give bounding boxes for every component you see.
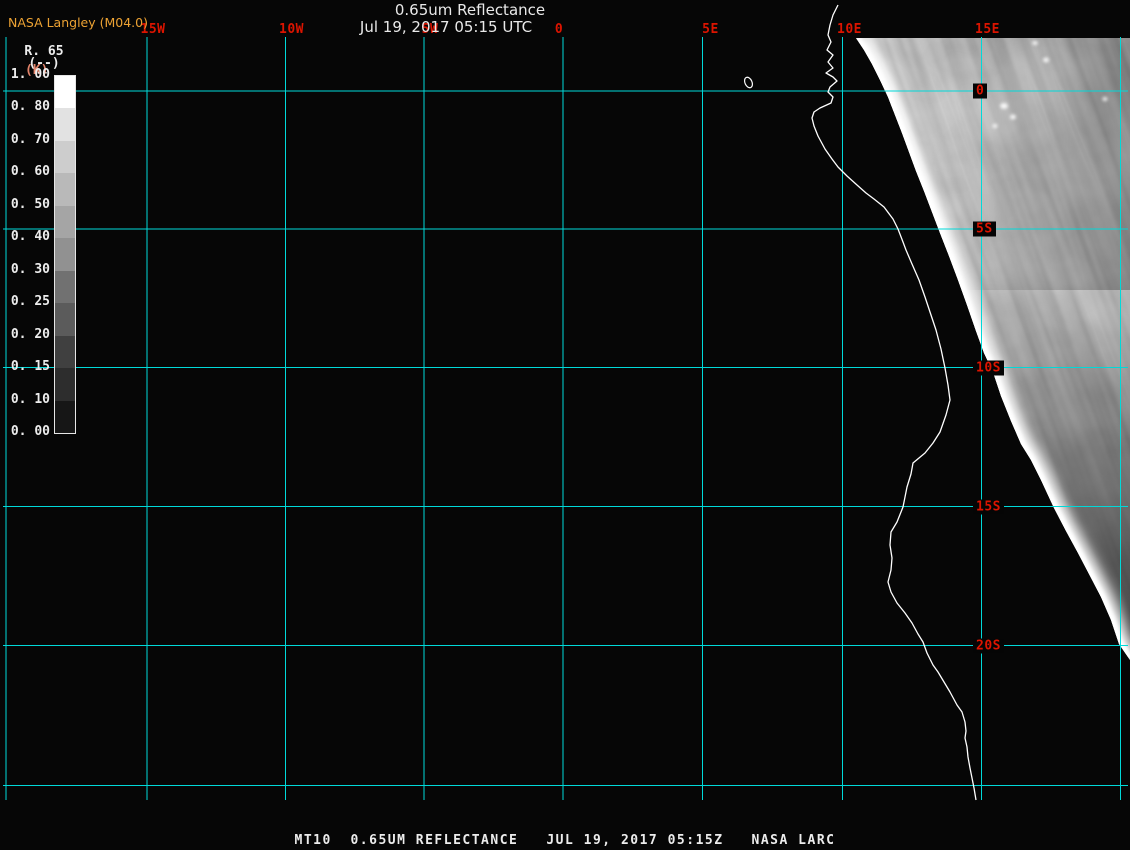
lon-label-15E: 15E	[975, 23, 1000, 36]
colorbar-tick-1.00: 1. 00	[8, 68, 50, 82]
colorbar-step-6	[55, 271, 75, 303]
lat-label-10S: 10S	[973, 360, 1004, 375]
colorbar-tick-0.40: 0. 40	[8, 230, 50, 244]
colorbar-tick-0.70: 0. 70	[8, 133, 50, 147]
colorbar-tick-0.10: 0. 10	[8, 393, 50, 407]
day-imagery	[541, 0, 1130, 850]
colorbar-step-2	[55, 141, 75, 173]
colorbar-tick-0.20: 0. 20	[8, 328, 50, 342]
lat-label-20S: 20S	[973, 638, 1004, 653]
viewer-root: 15W10W5W05E10E15E05S10S15S20S NASA Langl…	[0, 0, 1130, 850]
colorbar-step-7	[55, 303, 75, 335]
colorbar-step-9	[55, 368, 75, 400]
colorbar-tick-0.60: 0. 60	[8, 165, 50, 179]
colorbar-step-10	[55, 401, 75, 433]
colorbar-step-8	[55, 336, 75, 368]
colorbar-tick-0.00: 0. 00	[8, 425, 50, 439]
colorbar-step-5	[55, 238, 75, 270]
page-subtitle: Jul 19, 2017 05:15 UTC	[360, 18, 532, 36]
colorbar-step-3	[55, 173, 75, 205]
island-outline	[743, 76, 754, 89]
credit-label: NASA Langley (M04.0)	[8, 15, 148, 30]
colorbar-step-4	[55, 206, 75, 238]
footer-bar: MT10 0.65UM REFLECTANCE JUL 19, 2017 05:…	[0, 828, 1130, 850]
colorbar: R. 65 (--) (K) 1. 000. 800. 700. 600. 50…	[8, 44, 84, 446]
lon-label-10W: 10W	[279, 23, 304, 36]
colorbar-step-1	[55, 108, 75, 140]
colorbar-tick-0.30: 0. 30	[8, 263, 50, 277]
footer-text: MT10 0.65UM REFLECTANCE JUL 19, 2017 05:…	[295, 833, 836, 848]
colorbar-tick-0.15: 0. 15	[8, 360, 50, 374]
colorbar-tick-0.50: 0. 50	[8, 198, 50, 212]
lon-label-10E: 10E	[837, 23, 862, 36]
colorbar-tick-0.80: 0. 80	[8, 100, 50, 114]
satellite-map	[0, 0, 1130, 850]
lat-label-0: 0	[973, 84, 987, 99]
lon-label-0: 0	[555, 23, 563, 36]
lon-label-5E: 5E	[702, 23, 719, 36]
lat-label-15S: 15S	[973, 499, 1004, 514]
colorbar-tick-0.25: 0. 25	[8, 295, 50, 309]
lat-label-5S: 5S	[973, 222, 996, 237]
colorbar-step-0	[55, 76, 75, 108]
page-title: 0.65um Reflectance	[395, 1, 545, 19]
colorbar-strip	[54, 75, 76, 434]
